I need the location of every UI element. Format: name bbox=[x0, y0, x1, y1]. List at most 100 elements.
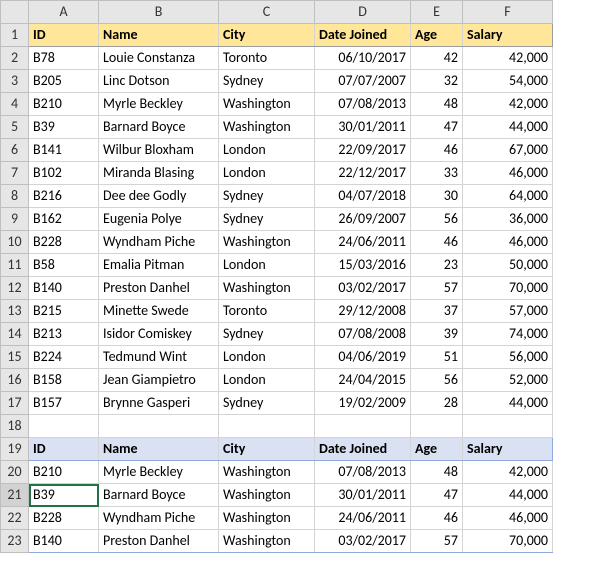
cell-B14[interactable]: Isidor Comiskey bbox=[99, 323, 219, 346]
cell-C23[interactable]: Washington bbox=[219, 530, 315, 553]
cell-A11[interactable]: B58 bbox=[29, 254, 99, 277]
row-header-11[interactable]: 11 bbox=[1, 254, 29, 277]
row-header-22[interactable]: 22 bbox=[1, 507, 29, 530]
cell-E22[interactable]: 46 bbox=[411, 507, 463, 530]
cell-D23[interactable]: 03/02/2017 bbox=[315, 530, 411, 553]
cell-A17[interactable]: B157 bbox=[29, 392, 99, 415]
cell-B17[interactable]: Brynne Gasperi bbox=[99, 392, 219, 415]
cell-C9[interactable]: Sydney bbox=[219, 208, 315, 231]
cell-E16[interactable]: 56 bbox=[411, 369, 463, 392]
cell-B23[interactable]: Preston Danhel bbox=[99, 530, 219, 553]
cell-F16[interactable]: 52,000 bbox=[463, 369, 553, 392]
cell-E18[interactable] bbox=[411, 415, 463, 438]
cell-F12[interactable]: 70,000 bbox=[463, 277, 553, 300]
cell-B11[interactable]: Emalia Pitman bbox=[99, 254, 219, 277]
col-header-F[interactable]: F bbox=[463, 1, 553, 24]
th-name[interactable]: Name bbox=[99, 24, 219, 47]
cell-C15[interactable]: London bbox=[219, 346, 315, 369]
cell-F7[interactable]: 46,000 bbox=[463, 162, 553, 185]
cell-B4[interactable]: Myrle Beckley bbox=[99, 93, 219, 116]
cell-C11[interactable]: London bbox=[219, 254, 315, 277]
cell-D8[interactable]: 04/07/2018 bbox=[315, 185, 411, 208]
row-header-19[interactable]: 19 bbox=[1, 438, 29, 461]
cell-B7[interactable]: Miranda Blasing bbox=[99, 162, 219, 185]
cell-E12[interactable]: 57 bbox=[411, 277, 463, 300]
cell-E10[interactable]: 46 bbox=[411, 231, 463, 254]
cell-C10[interactable]: Washington bbox=[219, 231, 315, 254]
th2-id[interactable]: ID bbox=[29, 438, 99, 461]
row-header-12[interactable]: 12 bbox=[1, 277, 29, 300]
cell-C18[interactable] bbox=[219, 415, 315, 438]
cell-E4[interactable]: 48 bbox=[411, 93, 463, 116]
cell-B5[interactable]: Barnard Boyce bbox=[99, 116, 219, 139]
cell-E8[interactable]: 30 bbox=[411, 185, 463, 208]
cell-D18[interactable] bbox=[315, 415, 411, 438]
cell-F3[interactable]: 54,000 bbox=[463, 70, 553, 93]
th-date[interactable]: Date Joined bbox=[315, 24, 411, 47]
row-header-20[interactable]: 20 bbox=[1, 461, 29, 484]
cell-C16[interactable]: London bbox=[219, 369, 315, 392]
cell-E21[interactable]: 47 bbox=[411, 484, 463, 507]
cell-C5[interactable]: Washington bbox=[219, 116, 315, 139]
cell-B10[interactable]: Wyndham Piche bbox=[99, 231, 219, 254]
cell-C6[interactable]: London bbox=[219, 139, 315, 162]
cell-F22[interactable]: 46,000 bbox=[463, 507, 553, 530]
row-header-3[interactable]: 3 bbox=[1, 70, 29, 93]
cell-E15[interactable]: 51 bbox=[411, 346, 463, 369]
cell-F20[interactable]: 42,000 bbox=[463, 461, 553, 484]
cell-D13[interactable]: 29/12/2008 bbox=[315, 300, 411, 323]
cell-B21[interactable]: Barnard Boyce bbox=[99, 484, 219, 507]
cell-B9[interactable]: Eugenia Polye bbox=[99, 208, 219, 231]
cell-C21[interactable]: Washington bbox=[219, 484, 315, 507]
cell-B15[interactable]: Tedmund Wint bbox=[99, 346, 219, 369]
cell-A22[interactable]: B228 bbox=[29, 507, 99, 530]
cell-C22[interactable]: Washington bbox=[219, 507, 315, 530]
cell-A18[interactable] bbox=[29, 415, 99, 438]
spreadsheet-grid[interactable]: A B C D E F 1 ID Name City Date Joined A… bbox=[0, 0, 553, 553]
cell-A21[interactable]: B39 bbox=[29, 484, 99, 507]
cell-E11[interactable]: 23 bbox=[411, 254, 463, 277]
row-header-9[interactable]: 9 bbox=[1, 208, 29, 231]
cell-A20[interactable]: B210 bbox=[29, 461, 99, 484]
cell-A15[interactable]: B224 bbox=[29, 346, 99, 369]
cell-D22[interactable]: 24/06/2011 bbox=[315, 507, 411, 530]
row-header-15[interactable]: 15 bbox=[1, 346, 29, 369]
cell-B3[interactable]: Linc Dotson bbox=[99, 70, 219, 93]
cell-B2[interactable]: Louie Constanza bbox=[99, 47, 219, 70]
cell-F5[interactable]: 44,000 bbox=[463, 116, 553, 139]
cell-A8[interactable]: B216 bbox=[29, 185, 99, 208]
th2-date[interactable]: Date Joined bbox=[315, 438, 411, 461]
row-header-10[interactable]: 10 bbox=[1, 231, 29, 254]
cell-D14[interactable]: 07/08/2008 bbox=[315, 323, 411, 346]
cell-E14[interactable]: 39 bbox=[411, 323, 463, 346]
row-header-13[interactable]: 13 bbox=[1, 300, 29, 323]
cell-F21[interactable]: 44,000 bbox=[463, 484, 553, 507]
th2-name[interactable]: Name bbox=[99, 438, 219, 461]
cell-A10[interactable]: B228 bbox=[29, 231, 99, 254]
row-header-2[interactable]: 2 bbox=[1, 47, 29, 70]
cell-A23[interactable]: B140 bbox=[29, 530, 99, 553]
cell-F17[interactable]: 44,000 bbox=[463, 392, 553, 415]
cell-D6[interactable]: 22/09/2017 bbox=[315, 139, 411, 162]
cell-D10[interactable]: 24/06/2011 bbox=[315, 231, 411, 254]
cell-A5[interactable]: B39 bbox=[29, 116, 99, 139]
cell-B16[interactable]: Jean Giampietro bbox=[99, 369, 219, 392]
cell-D4[interactable]: 07/08/2013 bbox=[315, 93, 411, 116]
cell-F14[interactable]: 74,000 bbox=[463, 323, 553, 346]
row-header-21[interactable]: 21 bbox=[1, 484, 29, 507]
row-header-7[interactable]: 7 bbox=[1, 162, 29, 185]
cell-D11[interactable]: 15/03/2016 bbox=[315, 254, 411, 277]
cell-F8[interactable]: 64,000 bbox=[463, 185, 553, 208]
cell-C3[interactable]: Sydney bbox=[219, 70, 315, 93]
cell-A3[interactable]: B205 bbox=[29, 70, 99, 93]
col-header-D[interactable]: D bbox=[315, 1, 411, 24]
cell-A13[interactable]: B215 bbox=[29, 300, 99, 323]
th2-age[interactable]: Age bbox=[411, 438, 463, 461]
cell-E13[interactable]: 37 bbox=[411, 300, 463, 323]
cell-C20[interactable]: Washington bbox=[219, 461, 315, 484]
cell-F15[interactable]: 56,000 bbox=[463, 346, 553, 369]
th-id[interactable]: ID bbox=[29, 24, 99, 47]
row-header-6[interactable]: 6 bbox=[1, 139, 29, 162]
cell-E3[interactable]: 32 bbox=[411, 70, 463, 93]
th-city[interactable]: City bbox=[219, 24, 315, 47]
